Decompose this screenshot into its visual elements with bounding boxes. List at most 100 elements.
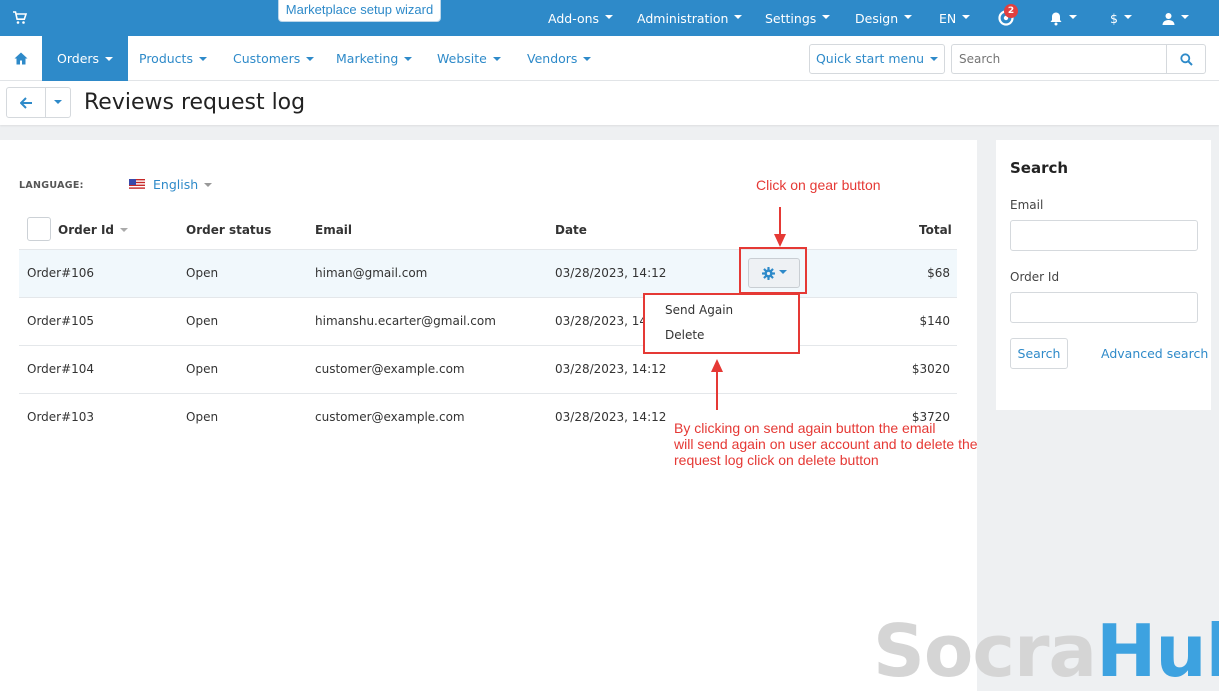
- settings-label: Settings: [765, 10, 817, 26]
- chevron-down-icon: [54, 99, 62, 104]
- advanced-search-link[interactable]: Advanced search: [1101, 346, 1208, 361]
- main-nav: Orders Products Customers Marketing Webs…: [0, 36, 1219, 81]
- chevron-down-icon: [1181, 15, 1189, 19]
- sidebar-title: Search: [1010, 159, 1069, 177]
- language-menu[interactable]: EN: [939, 0, 971, 36]
- chevron-down-icon: [822, 15, 831, 19]
- nav-orders-label: Orders: [57, 51, 100, 66]
- nav-orders[interactable]: Orders: [42, 36, 129, 81]
- total-cell: $68: [927, 266, 950, 280]
- email-cell: himan@gmail.com: [315, 266, 428, 280]
- column-header-order-id[interactable]: Order Id: [58, 223, 128, 237]
- administration-menu[interactable]: Administration: [637, 0, 743, 36]
- language-value: English: [153, 177, 199, 192]
- design-menu[interactable]: Design: [855, 0, 913, 36]
- status-cell: Open: [186, 362, 219, 376]
- administration-label: Administration: [637, 10, 729, 26]
- home-icon: [14, 52, 28, 65]
- email-cell: himanshu.ecarter@gmail.com: [315, 314, 496, 328]
- global-search-input[interactable]: [951, 44, 1167, 74]
- us-flag-icon: [129, 179, 145, 190]
- nav-products-label: Products: [139, 51, 193, 66]
- top-bar: Marketplace setup wizard Add-ons Adminis…: [0, 0, 1219, 36]
- column-header-order-status: Order status: [186, 223, 272, 237]
- date-cell: 03/28/2023, 14:12: [555, 266, 667, 280]
- chevron-down-icon: [583, 56, 592, 61]
- order-id-filter-input[interactable]: [1010, 292, 1198, 323]
- cart-icon[interactable]: [12, 10, 28, 26]
- chevron-down-icon: [930, 56, 939, 61]
- row-actions-dropdown: Send Again Delete: [643, 293, 800, 354]
- send-again-annotation-line-1: By clicking on send again button the ema…: [674, 420, 936, 436]
- history-dropdown-button[interactable]: [45, 87, 71, 118]
- send-again-annotation-line-3: request log click on delete button: [674, 452, 879, 468]
- nav-marketing[interactable]: Marketing: [336, 36, 413, 81]
- table-row[interactable]: Order#106 Open himan@gmail.com 03/28/202…: [19, 249, 957, 297]
- column-header-total: Total: [919, 223, 952, 237]
- date-cell: 03/28/2023, 14: [555, 314, 648, 328]
- gear-annotation: Click on gear button: [756, 177, 881, 193]
- table-row[interactable]: Order#104 Open customer@example.com 03/2…: [19, 345, 957, 393]
- chevron-down-icon: [306, 56, 315, 61]
- design-label: Design: [855, 10, 899, 26]
- column-header-email: Email: [315, 223, 353, 237]
- marketplace-setup-wizard-button[interactable]: Marketplace setup wizard: [278, 0, 441, 22]
- order-id-cell[interactable]: Order#106: [27, 266, 94, 280]
- watermark-part-2: Hub: [1096, 609, 1219, 691]
- chevron-down-icon: [1123, 15, 1132, 19]
- order-id-cell[interactable]: Order#105: [27, 314, 94, 328]
- currency-label: $: [1110, 10, 1118, 26]
- table-row[interactable]: Order#105 Open himanshu.ecarter@gmail.co…: [19, 297, 957, 345]
- nav-products[interactable]: Products: [139, 36, 207, 81]
- email-cell: customer@example.com: [315, 410, 465, 424]
- nav-customers[interactable]: Customers: [233, 36, 315, 81]
- date-cell: 03/28/2023, 14:12: [555, 362, 667, 376]
- back-button[interactable]: [6, 87, 46, 118]
- status-cell: Open: [186, 266, 219, 280]
- send-again-annotation-line-2: will send again on user account and to d…: [674, 436, 978, 452]
- order-id-cell[interactable]: Order#104: [27, 362, 94, 376]
- addons-menu[interactable]: Add-ons: [548, 0, 614, 36]
- select-all-checkbox[interactable]: [27, 217, 51, 241]
- currency-menu[interactable]: $: [1110, 0, 1132, 36]
- chevron-down-icon: [962, 15, 971, 19]
- date-cell: 03/28/2023, 14:12: [555, 410, 667, 424]
- title-bar: Reviews request log: [0, 81, 1219, 125]
- language-code-label: EN: [939, 10, 957, 26]
- search-sidebar: Search Email Order Id Search Advanced se…: [996, 140, 1211, 410]
- send-again-menu-item[interactable]: Send Again: [665, 303, 733, 317]
- chevron-down-icon: [1069, 15, 1077, 19]
- order-id-header-label: Order Id: [58, 223, 114, 237]
- language-selector[interactable]: English: [153, 177, 213, 192]
- language-label: LANGUAGE:: [19, 180, 84, 191]
- delete-menu-item[interactable]: Delete: [665, 328, 704, 342]
- global-search-button[interactable]: [1166, 44, 1206, 74]
- status-cell: Open: [186, 410, 219, 424]
- nav-vendors[interactable]: Vendors: [527, 36, 592, 81]
- alerts-menu[interactable]: [1049, 0, 1077, 36]
- nav-vendors-label: Vendors: [527, 51, 578, 66]
- quick-start-label: Quick start menu: [815, 51, 925, 66]
- page-title: Reviews request log: [84, 90, 306, 115]
- nav-website-label: Website: [437, 51, 487, 66]
- chevron-down-icon: [605, 15, 614, 19]
- settings-menu[interactable]: Settings: [765, 0, 831, 36]
- sidebar-search-button[interactable]: Search: [1010, 338, 1068, 369]
- nav-website[interactable]: Website: [437, 36, 501, 81]
- nav-customers-label: Customers: [233, 51, 301, 66]
- user-menu[interactable]: [1162, 0, 1189, 36]
- chevron-down-icon: [105, 56, 114, 61]
- arrow-left-icon: [19, 96, 32, 109]
- user-icon: [1162, 12, 1175, 25]
- order-id-cell[interactable]: Order#103: [27, 410, 94, 424]
- chevron-down-icon: [492, 56, 501, 61]
- notification-badge: 2: [1004, 4, 1018, 18]
- email-filter-input[interactable]: [1010, 220, 1198, 251]
- socrahub-watermark: SocraHub: [873, 611, 1219, 691]
- chevron-down-icon: [198, 56, 207, 61]
- home-button[interactable]: [0, 36, 42, 81]
- content-panel: LANGUAGE: English Order Id Order status …: [0, 140, 977, 691]
- quick-start-menu-button[interactable]: Quick start menu: [809, 44, 945, 74]
- arrow-down-annotation-icon: [774, 207, 786, 247]
- addons-label: Add-ons: [548, 10, 600, 26]
